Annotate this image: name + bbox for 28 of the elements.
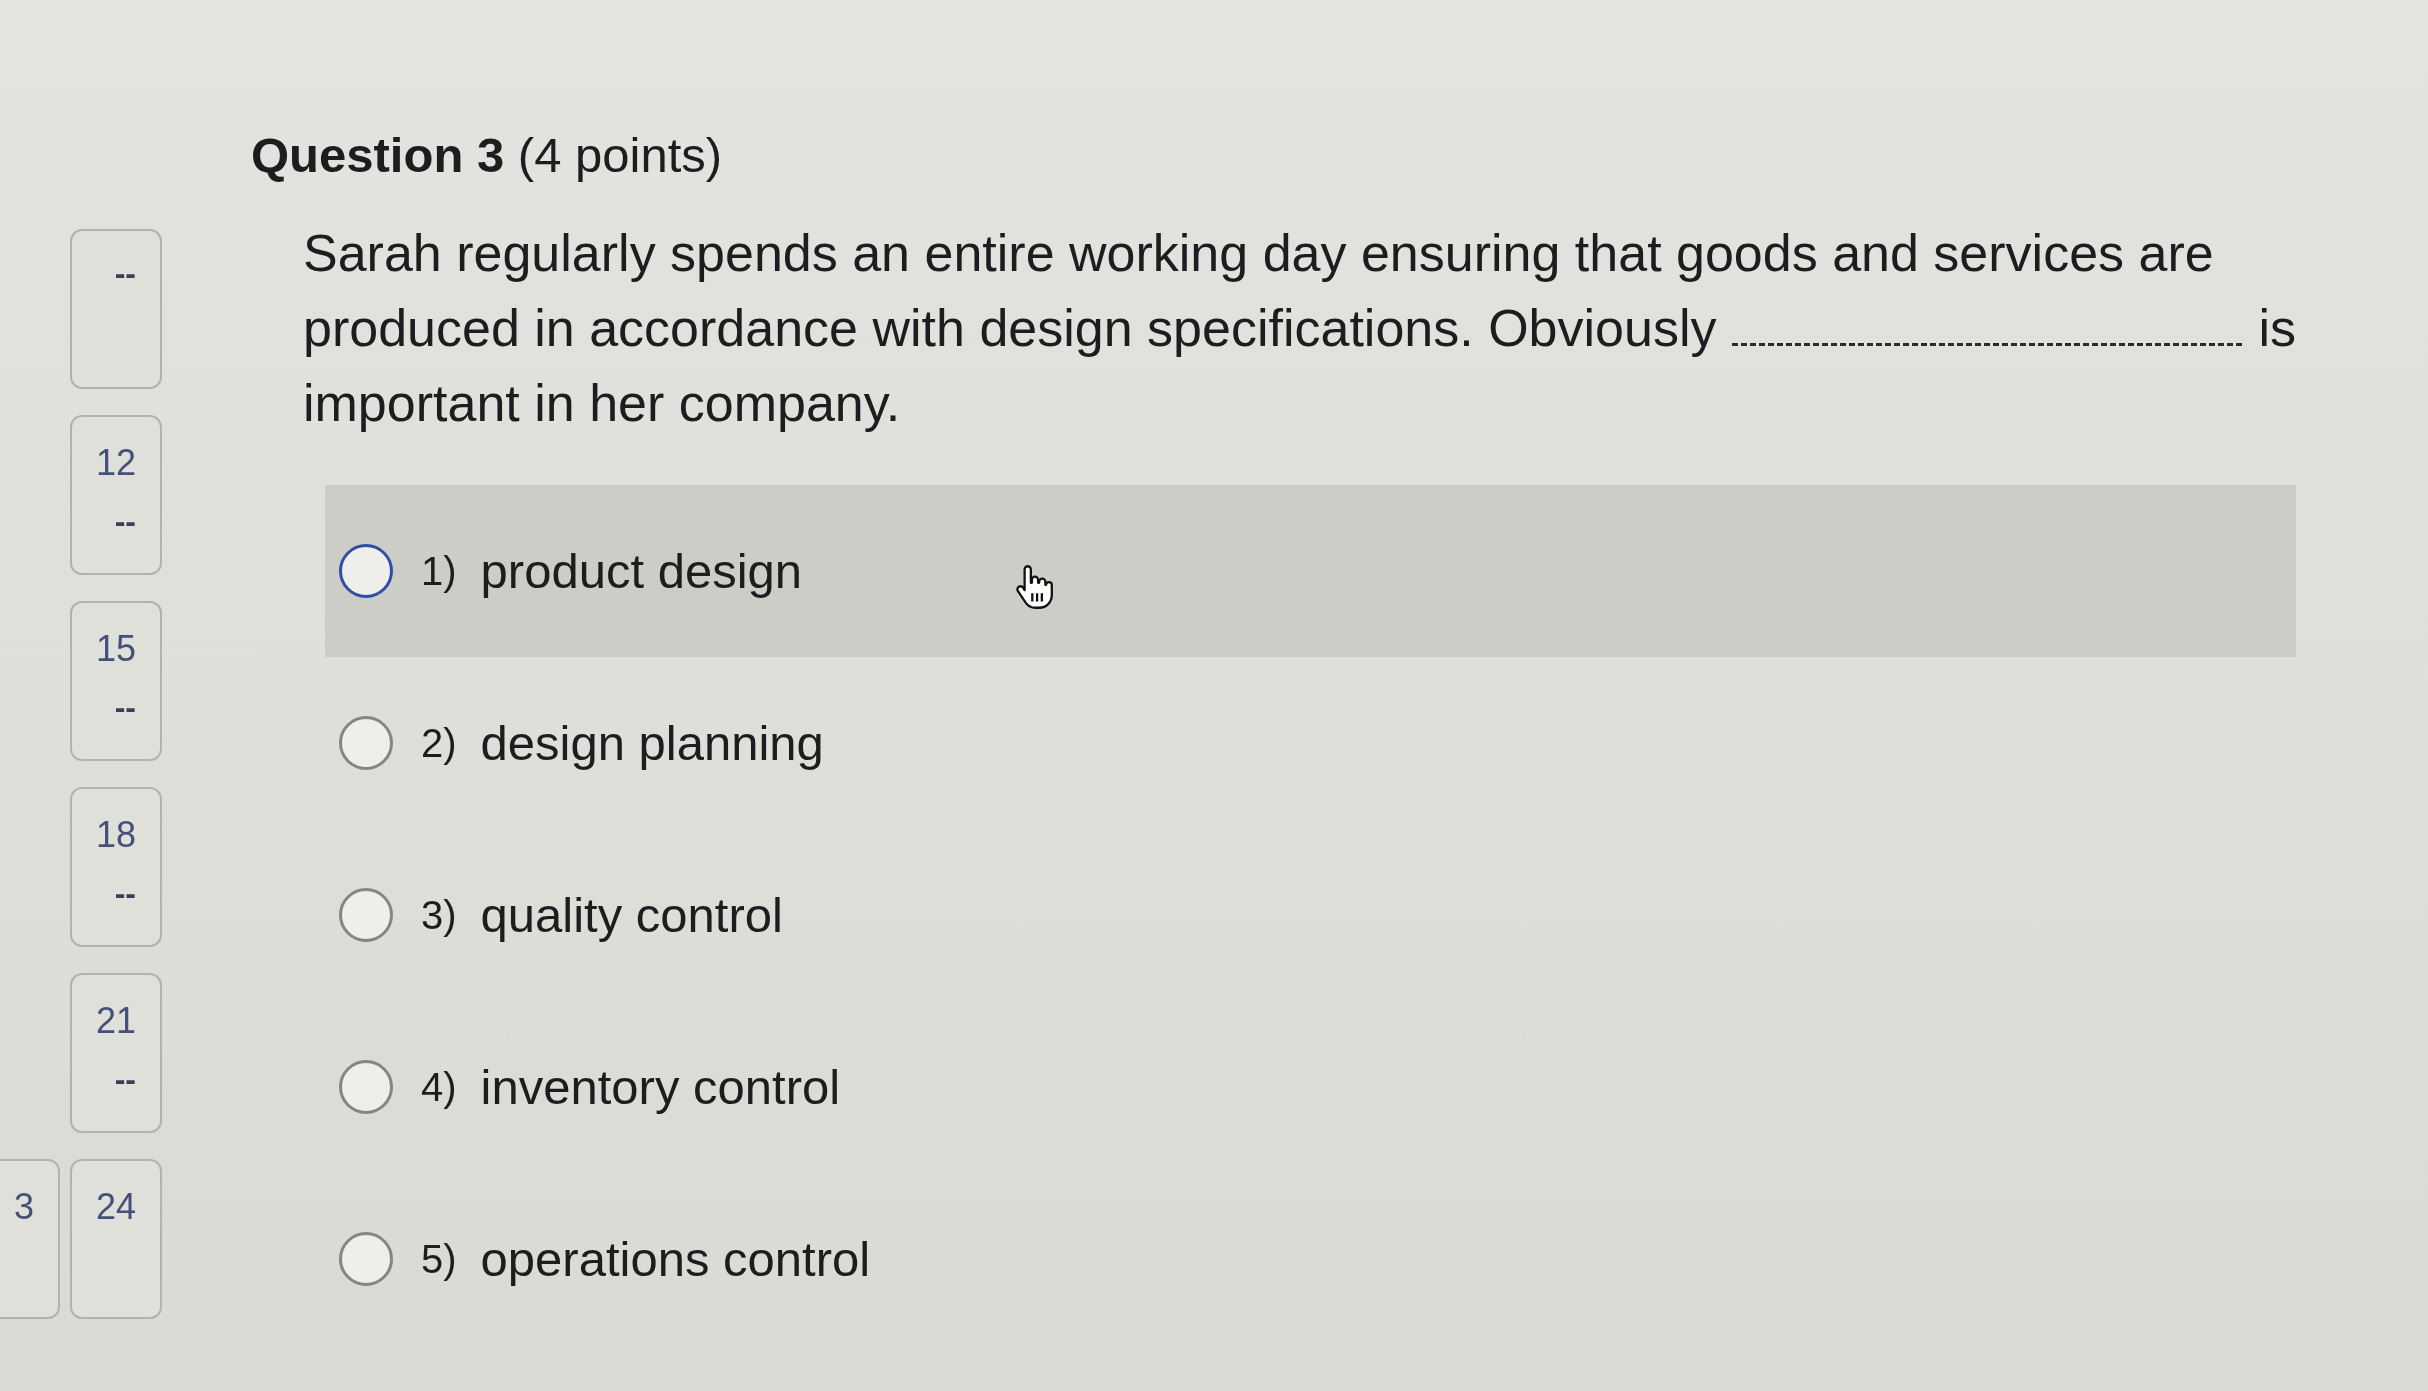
question-text: important in her company. — [303, 373, 901, 434]
question-nav-card[interactable]: 18 -- — [70, 787, 162, 947]
hand-cursor-icon — [1015, 565, 1055, 609]
option-number: 2) — [421, 720, 457, 766]
option-label: operations control — [480, 1231, 871, 1288]
option-number: 3) — [421, 892, 457, 938]
radio-button[interactable] — [339, 888, 393, 942]
question-nav-card[interactable]: 3 — [0, 1159, 60, 1319]
question-text: produced in accordance with design specifications. Obviously — [303, 298, 1717, 359]
question-nav-card[interactable]: 24 — [70, 1159, 162, 1319]
question-text: is — [2258, 298, 2296, 359]
option-number: 1) — [421, 548, 457, 594]
option-label: design planning — [480, 715, 824, 772]
question-nav-card[interactable]: 21 -- — [70, 973, 162, 1133]
question-nav-card[interactable]: 15 -- — [70, 601, 162, 761]
option-label: inventory control — [480, 1059, 841, 1116]
radio-button[interactable] — [339, 1232, 393, 1286]
option-number: 4) — [421, 1064, 457, 1110]
radio-button[interactable] — [339, 716, 393, 770]
option-label: product design — [480, 543, 803, 600]
question-title: Question 3 (4 points) — [251, 128, 723, 182]
radio-button[interactable] — [339, 1060, 393, 1114]
question-text: Sarah regularly spends an entire working day ensuring that goods and services are — [303, 223, 2214, 284]
option-number: 5) — [421, 1236, 457, 1282]
question-nav-card[interactable]: 12 -- — [70, 415, 162, 575]
radio-button[interactable] — [339, 544, 393, 598]
question-nav-card[interactable]: -- — [70, 229, 162, 389]
option-label: quality control — [480, 887, 783, 944]
